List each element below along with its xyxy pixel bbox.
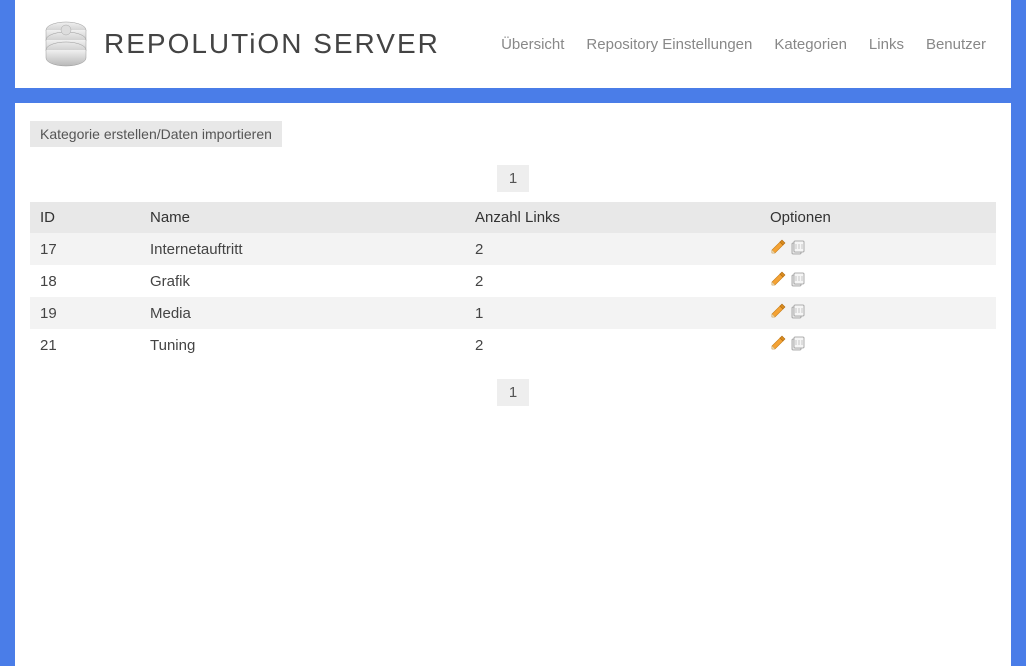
- categories-table: ID Name Anzahl Links Optionen 17Internet…: [30, 202, 996, 361]
- col-name: Name: [140, 202, 465, 233]
- cell-options: [760, 297, 996, 329]
- cell-id: 18: [30, 265, 140, 297]
- database-icon: [40, 18, 92, 70]
- cell-count: 2: [465, 233, 760, 265]
- cell-name: Grafik: [140, 265, 465, 297]
- cell-name: Internetauftritt: [140, 233, 465, 265]
- page-1-bottom[interactable]: 1: [497, 379, 529, 406]
- nav-overview[interactable]: Übersicht: [501, 36, 564, 53]
- table-row: 18Grafik2: [30, 265, 996, 297]
- create-import-button[interactable]: Kategorie erstellen/Daten importieren: [30, 121, 282, 147]
- table-row: 19Media1: [30, 297, 996, 329]
- brand-title: REPOLUTiON SERVER: [104, 28, 440, 60]
- page-1-top[interactable]: 1: [497, 165, 529, 192]
- header-bar: REPOLUTiON SERVER Übersicht Repository E…: [15, 0, 1011, 88]
- delete-icon[interactable]: [790, 303, 806, 319]
- delete-icon[interactable]: [790, 239, 806, 255]
- cell-options: [760, 265, 996, 297]
- cell-id: 17: [30, 233, 140, 265]
- pager-bottom: 1: [30, 379, 996, 406]
- content-area: Kategorie erstellen/Daten importieren 1 …: [15, 103, 1011, 666]
- table-header-row: ID Name Anzahl Links Optionen: [30, 202, 996, 233]
- cell-count: 2: [465, 329, 760, 361]
- nav-categories[interactable]: Kategorien: [774, 36, 847, 53]
- cell-options: [760, 233, 996, 265]
- edit-icon[interactable]: [770, 335, 786, 351]
- brand-logo[interactable]: REPOLUTiON SERVER: [40, 18, 440, 70]
- col-count: Anzahl Links: [465, 202, 760, 233]
- table-row: 21Tuning2: [30, 329, 996, 361]
- cell-count: 2: [465, 265, 760, 297]
- edit-icon[interactable]: [770, 303, 786, 319]
- cell-options: [760, 329, 996, 361]
- pager-top: 1: [30, 165, 996, 192]
- cell-count: 1: [465, 297, 760, 329]
- col-options: Optionen: [760, 202, 996, 233]
- col-id: ID: [30, 202, 140, 233]
- cell-id: 21: [30, 329, 140, 361]
- delete-icon[interactable]: [790, 271, 806, 287]
- nav-links[interactable]: Links: [869, 36, 904, 53]
- cell-id: 19: [30, 297, 140, 329]
- delete-icon[interactable]: [790, 335, 806, 351]
- nav-users[interactable]: Benutzer: [926, 36, 986, 53]
- cell-name: Media: [140, 297, 465, 329]
- cell-name: Tuning: [140, 329, 465, 361]
- edit-icon[interactable]: [770, 239, 786, 255]
- nav-repo-settings[interactable]: Repository Einstellungen: [586, 36, 752, 53]
- table-row: 17Internetauftritt2: [30, 233, 996, 265]
- edit-icon[interactable]: [770, 271, 786, 287]
- main-nav: Übersicht Repository Einstellungen Kateg…: [501, 36, 986, 53]
